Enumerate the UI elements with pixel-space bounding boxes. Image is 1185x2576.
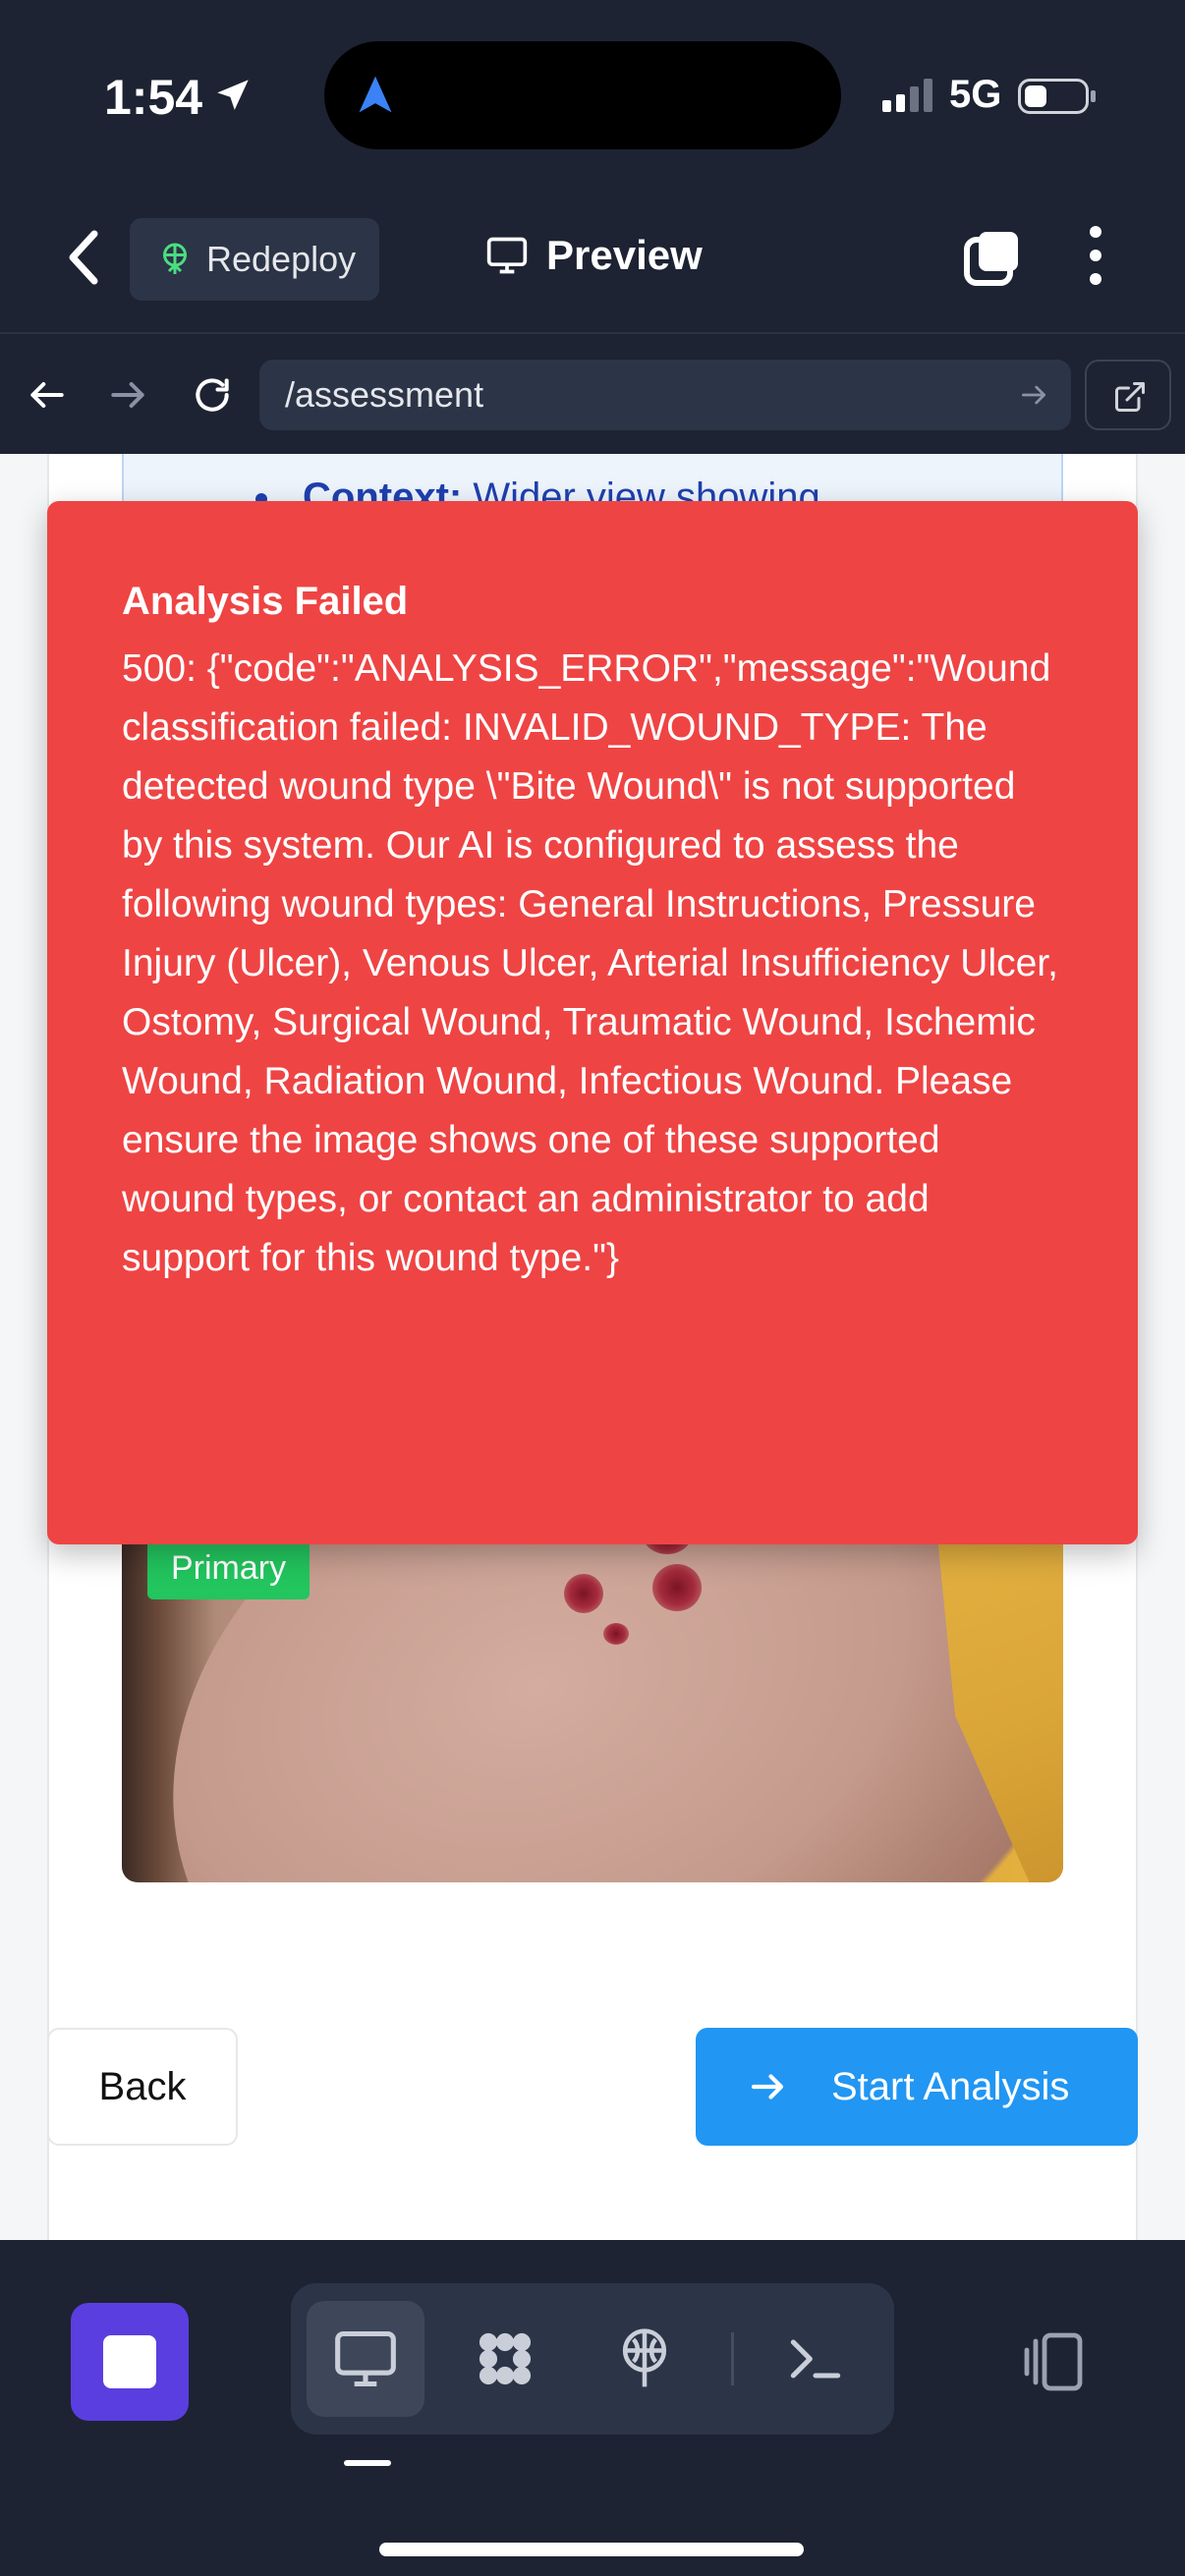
start-analysis-button[interactable]: Start Analysis (696, 2028, 1138, 2146)
app-logo-icon (359, 76, 392, 113)
bottom-toolbar (0, 2240, 1185, 2576)
network-type: 5G (949, 73, 1002, 116)
battery-cap (1091, 90, 1096, 102)
more-icon[interactable] (1081, 226, 1110, 285)
primary-badge: Primary (147, 1537, 310, 1599)
terminal-tab[interactable] (757, 2301, 875, 2417)
modules-icon (479, 2332, 532, 2385)
status-time: 1:54 (104, 70, 203, 125)
redeploy-button[interactable]: Redeploy (130, 218, 379, 301)
toolbar-divider (731, 2332, 734, 2385)
go-arrow-icon[interactable] (1018, 379, 1049, 411)
app-header: Redeploy Preview (0, 196, 1185, 334)
redeploy-label: Redeploy (206, 239, 357, 279)
signal-icon (882, 77, 932, 112)
desktop-view-tab[interactable] (307, 2301, 424, 2417)
split-view-icon[interactable] (1018, 2326, 1089, 2397)
desktop-icon (335, 2330, 396, 2387)
tabs-icon[interactable] (961, 226, 1024, 289)
url-field[interactable]: /assessment (259, 360, 1071, 430)
error-title: Analysis Failed (122, 580, 409, 623)
status-bar: 1:54 5G (0, 0, 1185, 196)
back-chevron-icon[interactable] (65, 228, 104, 287)
back-button[interactable]: Back (47, 2028, 238, 2146)
battery-icon (1018, 79, 1089, 114)
arrow-right-icon[interactable] (106, 373, 149, 417)
open-external-button[interactable] (1085, 360, 1171, 430)
deploy-icon (622, 2328, 667, 2387)
home-indicator (379, 2543, 804, 2556)
reload-icon[interactable] (191, 373, 234, 417)
terminal-icon (790, 2339, 841, 2379)
location-arrow-icon (217, 80, 249, 110)
monitor-icon (486, 237, 528, 274)
preview-label: Preview (546, 232, 703, 278)
error-message: 500: {"code":"ANALYSIS_ERROR","message":… (122, 647, 1058, 1279)
url-text: /assessment (285, 374, 484, 415)
action-bar: Back Start Analysis (0, 2028, 1185, 2165)
modules-tab[interactable] (446, 2301, 564, 2417)
active-tab-indicator (344, 2460, 391, 2466)
browser-bar: /assessment (0, 336, 1185, 454)
start-analysis-label: Start Analysis (831, 2064, 1070, 2108)
deploy-tab[interactable] (586, 2301, 704, 2417)
preview-title[interactable]: Preview (485, 232, 703, 279)
view-switcher (291, 2283, 894, 2435)
dynamic-island (324, 41, 841, 149)
arrow-left-icon[interactable] (26, 373, 69, 417)
error-toast[interactable]: Analysis Failed 500: {"code":"ANALYSIS_E… (47, 501, 1138, 1544)
stop-button[interactable] (71, 2303, 189, 2421)
stop-icon (103, 2335, 156, 2388)
redeploy-icon (163, 243, 187, 274)
external-link-icon (1115, 382, 1145, 412)
arrow-right-icon (751, 2074, 784, 2100)
